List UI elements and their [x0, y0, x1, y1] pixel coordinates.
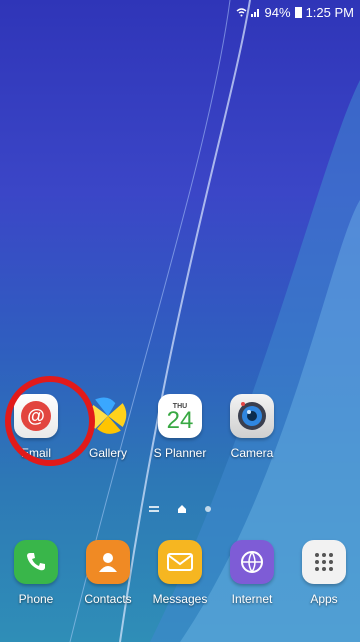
page-dot-icon [205, 506, 211, 512]
messages-icon [158, 540, 202, 584]
app-label-phone: Phone [18, 592, 54, 606]
calendar-icon: THU 24 [158, 394, 202, 438]
page-indicators [0, 504, 360, 514]
status-icons [236, 7, 261, 17]
menu-indicator-icon [149, 506, 159, 512]
contacts-icon [86, 540, 130, 584]
wifi-icon [236, 8, 247, 17]
app-camera[interactable]: Camera [216, 394, 288, 460]
app-label-gallery: Gallery [88, 446, 127, 460]
signal-icon [250, 9, 259, 17]
dock: Phone Contacts Messages Internet Apps [0, 540, 360, 606]
app-label-messages: Messages [152, 592, 208, 606]
app-contacts[interactable]: Contacts [72, 540, 144, 606]
app-apps[interactable]: Apps [288, 540, 360, 606]
app-messages[interactable]: Messages [144, 540, 216, 606]
app-label-internet: Internet [231, 592, 273, 606]
apps-grid-icon [302, 540, 346, 584]
phone-icon [14, 540, 58, 584]
battery-percent: 94% [264, 4, 291, 20]
highlight-circle [5, 376, 95, 466]
camera-icon [230, 394, 274, 438]
app-internet[interactable]: Internet [216, 540, 288, 606]
status-bar: 94% 1:25 PM [0, 0, 360, 24]
clock: 1:25 PM [305, 4, 354, 20]
app-label-apps: Apps [310, 592, 338, 606]
app-label-camera: Camera [230, 446, 274, 460]
home-indicator-icon [178, 505, 186, 513]
app-label-s-planner: S Planner [153, 446, 207, 460]
battery-icon [294, 6, 302, 18]
app-s-planner[interactable]: THU 24 S Planner [144, 394, 216, 460]
app-label-contacts: Contacts [84, 592, 132, 606]
internet-icon [230, 540, 274, 584]
app-phone[interactable]: Phone [0, 540, 72, 606]
calendar-date: 24 [166, 406, 194, 434]
